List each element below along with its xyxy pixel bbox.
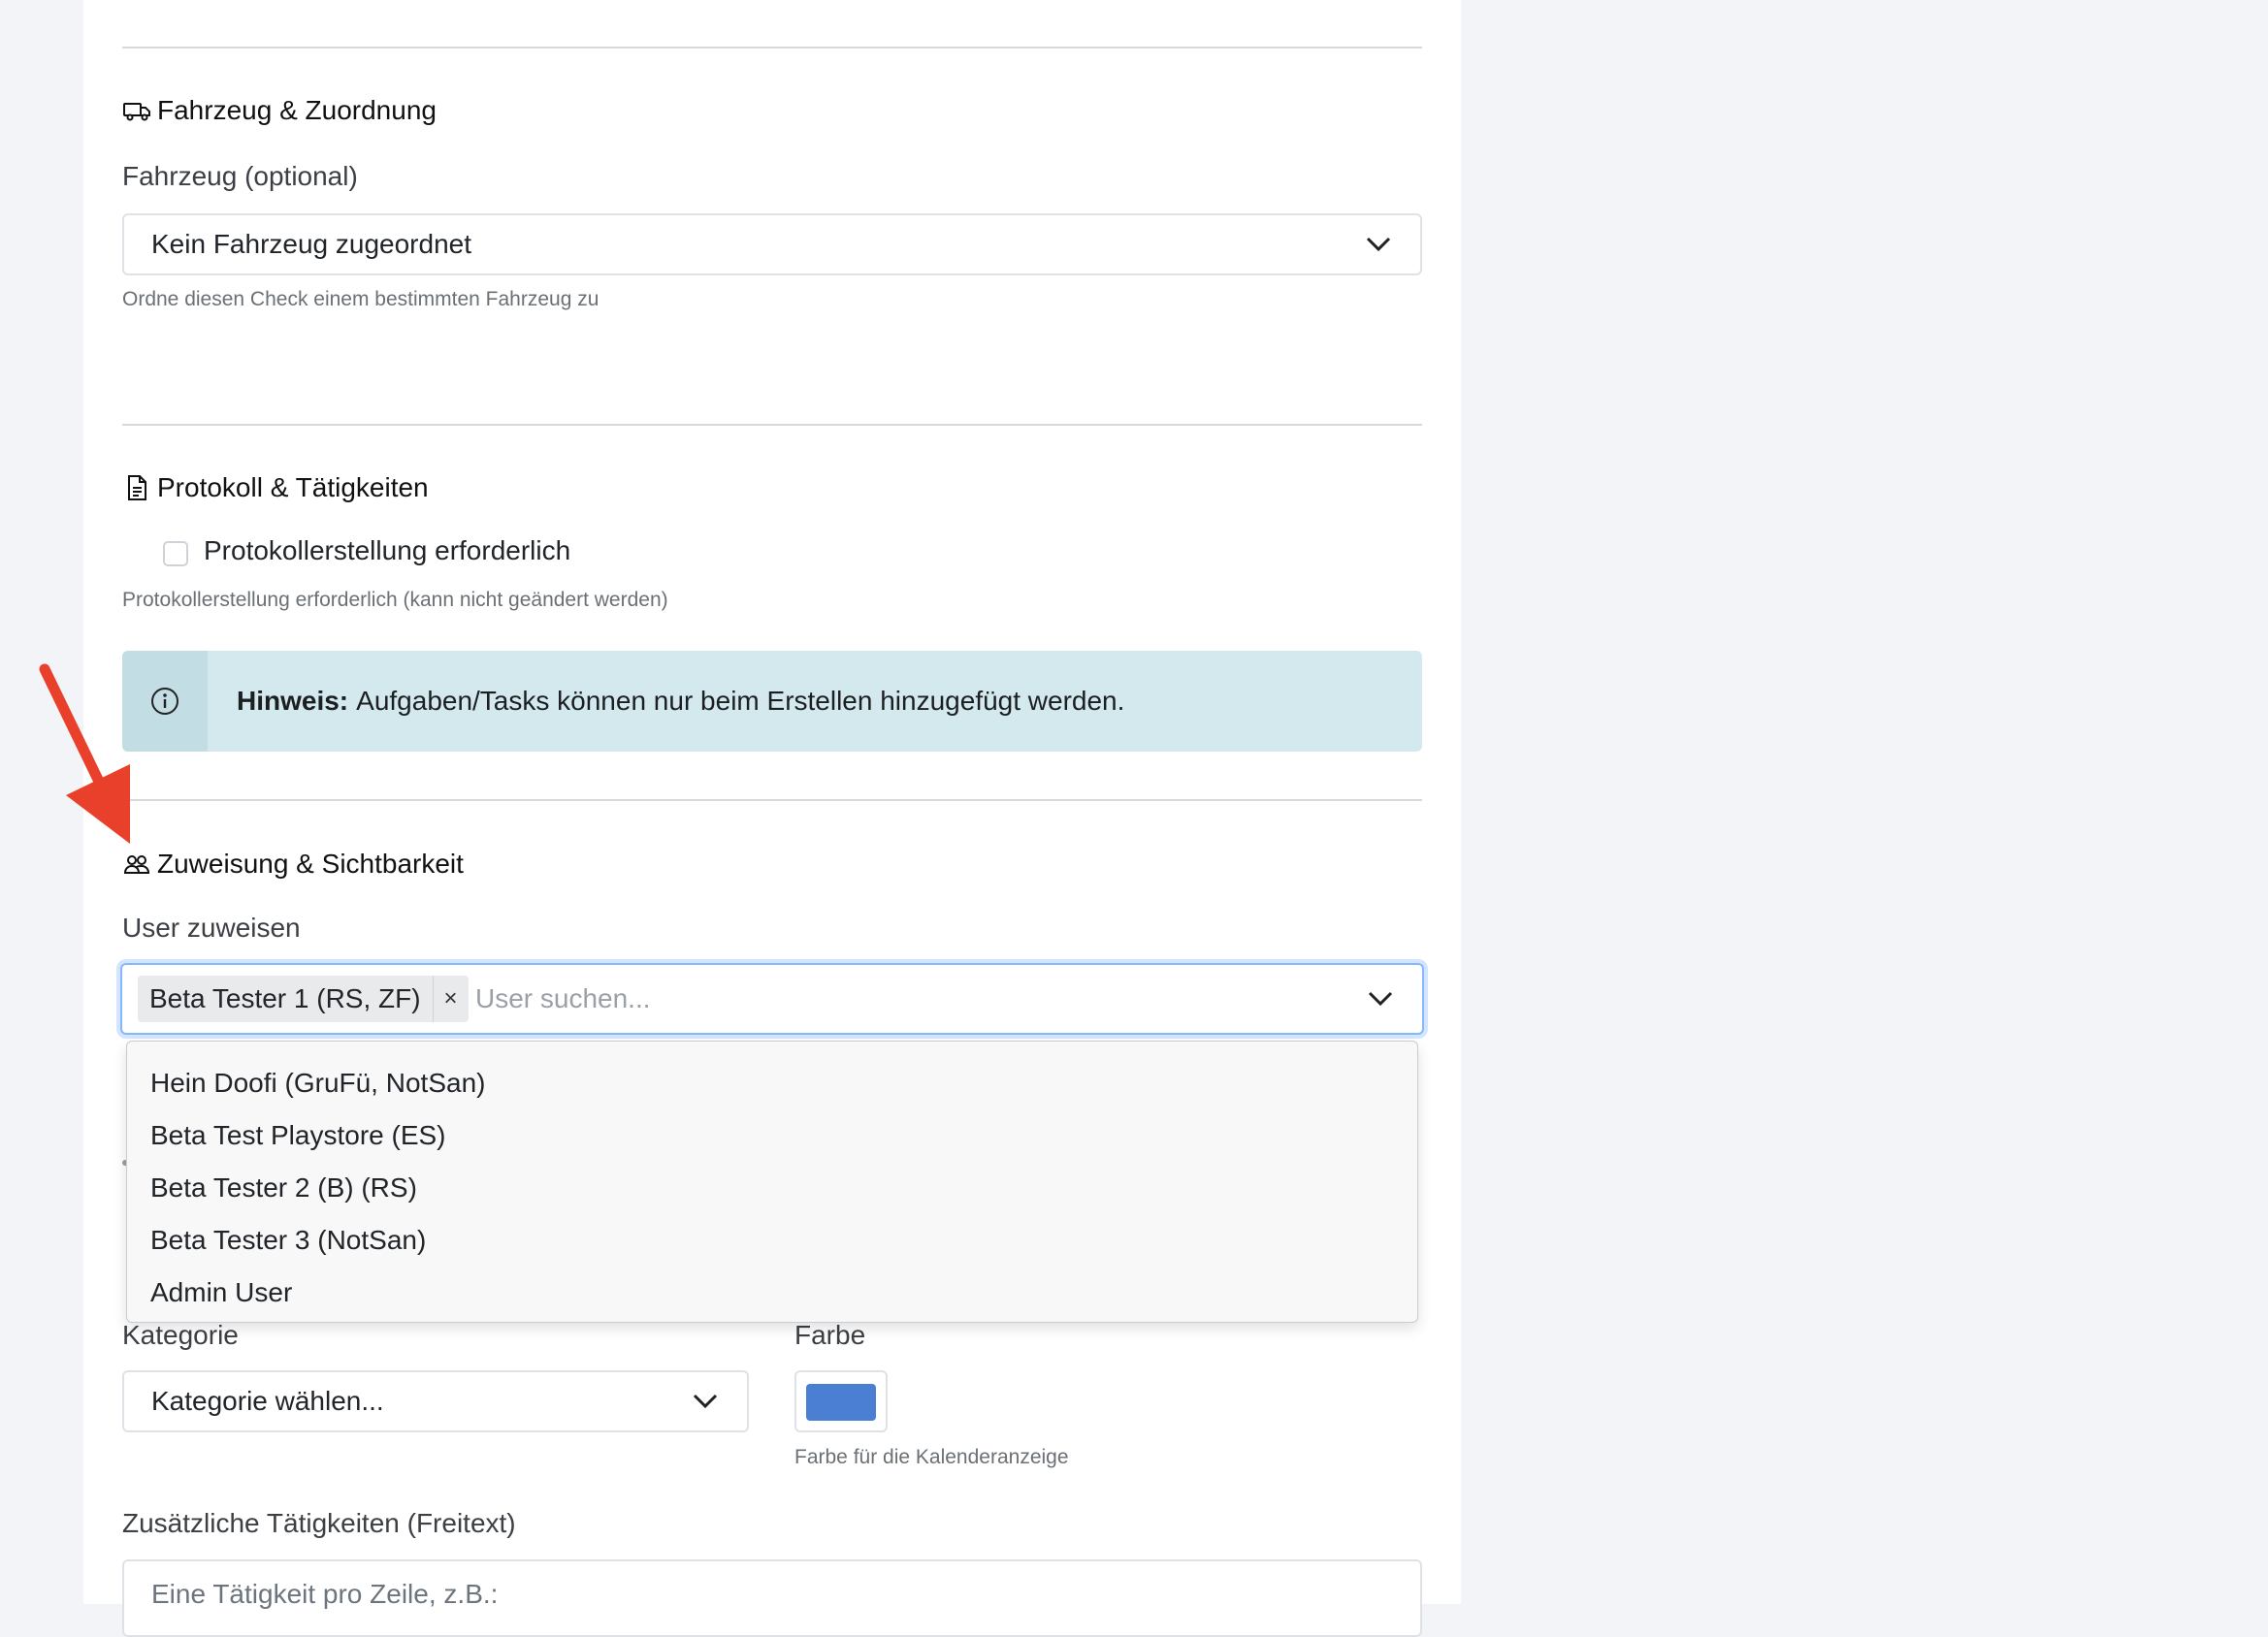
divider — [122, 424, 1422, 426]
chevron-down-icon[interactable] — [1368, 991, 1393, 1007]
user-assign-label: User zuweisen — [122, 913, 301, 943]
document-icon — [122, 473, 151, 502]
divider — [122, 47, 1422, 48]
protocol-section-title-text: Protokoll & Tätigkeiten — [157, 472, 429, 502]
truck-icon — [122, 96, 151, 125]
user-search-input[interactable]: User suchen... — [475, 965, 651, 1033]
assignment-section-title-text: Zuweisung & Sichtbarkeit — [157, 849, 464, 879]
color-swatch-fill — [806, 1384, 876, 1421]
protocol-required-label[interactable]: Protokollerstellung erforderlich — [204, 535, 570, 566]
protocol-help-text: Protokollerstellung erforderlich (kann n… — [122, 589, 668, 611]
user-option[interactable]: Beta Tester 3 (NotSan) — [127, 1214, 1417, 1267]
selected-user-tag-label: Beta Tester 1 (RS, ZF) — [149, 983, 421, 1013]
vehicle-select[interactable]: Kein Fahrzeug zugeordnet — [122, 213, 1422, 275]
users-icon — [122, 850, 151, 879]
user-multiselect[interactable]: Beta Tester 1 (RS, ZF) × User suchen... — [120, 963, 1424, 1035]
vehicle-select-value: Kein Fahrzeug zugeordnet — [151, 229, 471, 259]
extra-tasks-textarea[interactable]: Eine Tätigkeit pro Zeile, z.B.: — [122, 1559, 1422, 1637]
protocol-required-checkbox[interactable] — [163, 541, 188, 566]
vehicle-help-text: Ordne diesen Check einem bestimmten Fahr… — [122, 288, 599, 310]
alert-text: Hinweis: Aufgaben/Tasks können nur beim … — [237, 651, 1124, 752]
protocol-section-title: Protokoll & Tätigkeiten — [122, 468, 429, 507]
category-select-value: Kategorie wählen... — [151, 1386, 384, 1416]
divider — [122, 799, 1422, 801]
user-option[interactable]: Beta Test Playstore (ES) — [127, 1109, 1417, 1162]
user-option[interactable]: Hein Doofi (GruFü, NotSan) — [127, 1057, 1417, 1109]
alert-message: Aufgaben/Tasks können nur beim Erstellen… — [356, 686, 1125, 716]
user-dropdown-menu: Hein Doofi (GruFü, NotSan) Beta Test Pla… — [126, 1041, 1418, 1323]
info-alert: Hinweis: Aufgaben/Tasks können nur beim … — [122, 651, 1422, 752]
alert-bold-label: Hinweis: — [237, 686, 349, 716]
chevron-down-icon — [693, 1394, 718, 1409]
assignment-section-title: Zuweisung & Sichtbarkeit — [122, 845, 464, 883]
remove-tag-button[interactable]: × — [432, 976, 469, 1022]
category-label: Kategorie — [122, 1320, 239, 1350]
user-option[interactable]: Beta Tester 2 (B) (RS) — [127, 1162, 1417, 1214]
color-help-text: Farbe für die Kalenderanzeige — [794, 1446, 1069, 1468]
vehicle-section-title-text: Fahrzeug & Zuordnung — [157, 95, 437, 125]
chevron-down-icon — [1366, 237, 1391, 252]
category-select[interactable]: Kategorie wählen... — [122, 1370, 749, 1432]
selected-user-tag: Beta Tester 1 (RS, ZF) × — [138, 976, 469, 1022]
color-label: Farbe — [794, 1320, 866, 1350]
extra-tasks-label: Zusätzliche Tätigkeiten (Freitext) — [122, 1508, 516, 1538]
vehicle-section-title: Fahrzeug & Zuordnung — [122, 91, 437, 130]
vehicle-field-label: Fahrzeug (optional) — [122, 161, 358, 191]
annotation-arrow-icon — [39, 663, 130, 844]
user-option[interactable]: Admin User — [127, 1267, 1417, 1319]
extra-tasks-placeholder: Eine Tätigkeit pro Zeile, z.B.: — [151, 1579, 499, 1609]
color-picker[interactable] — [794, 1370, 888, 1432]
